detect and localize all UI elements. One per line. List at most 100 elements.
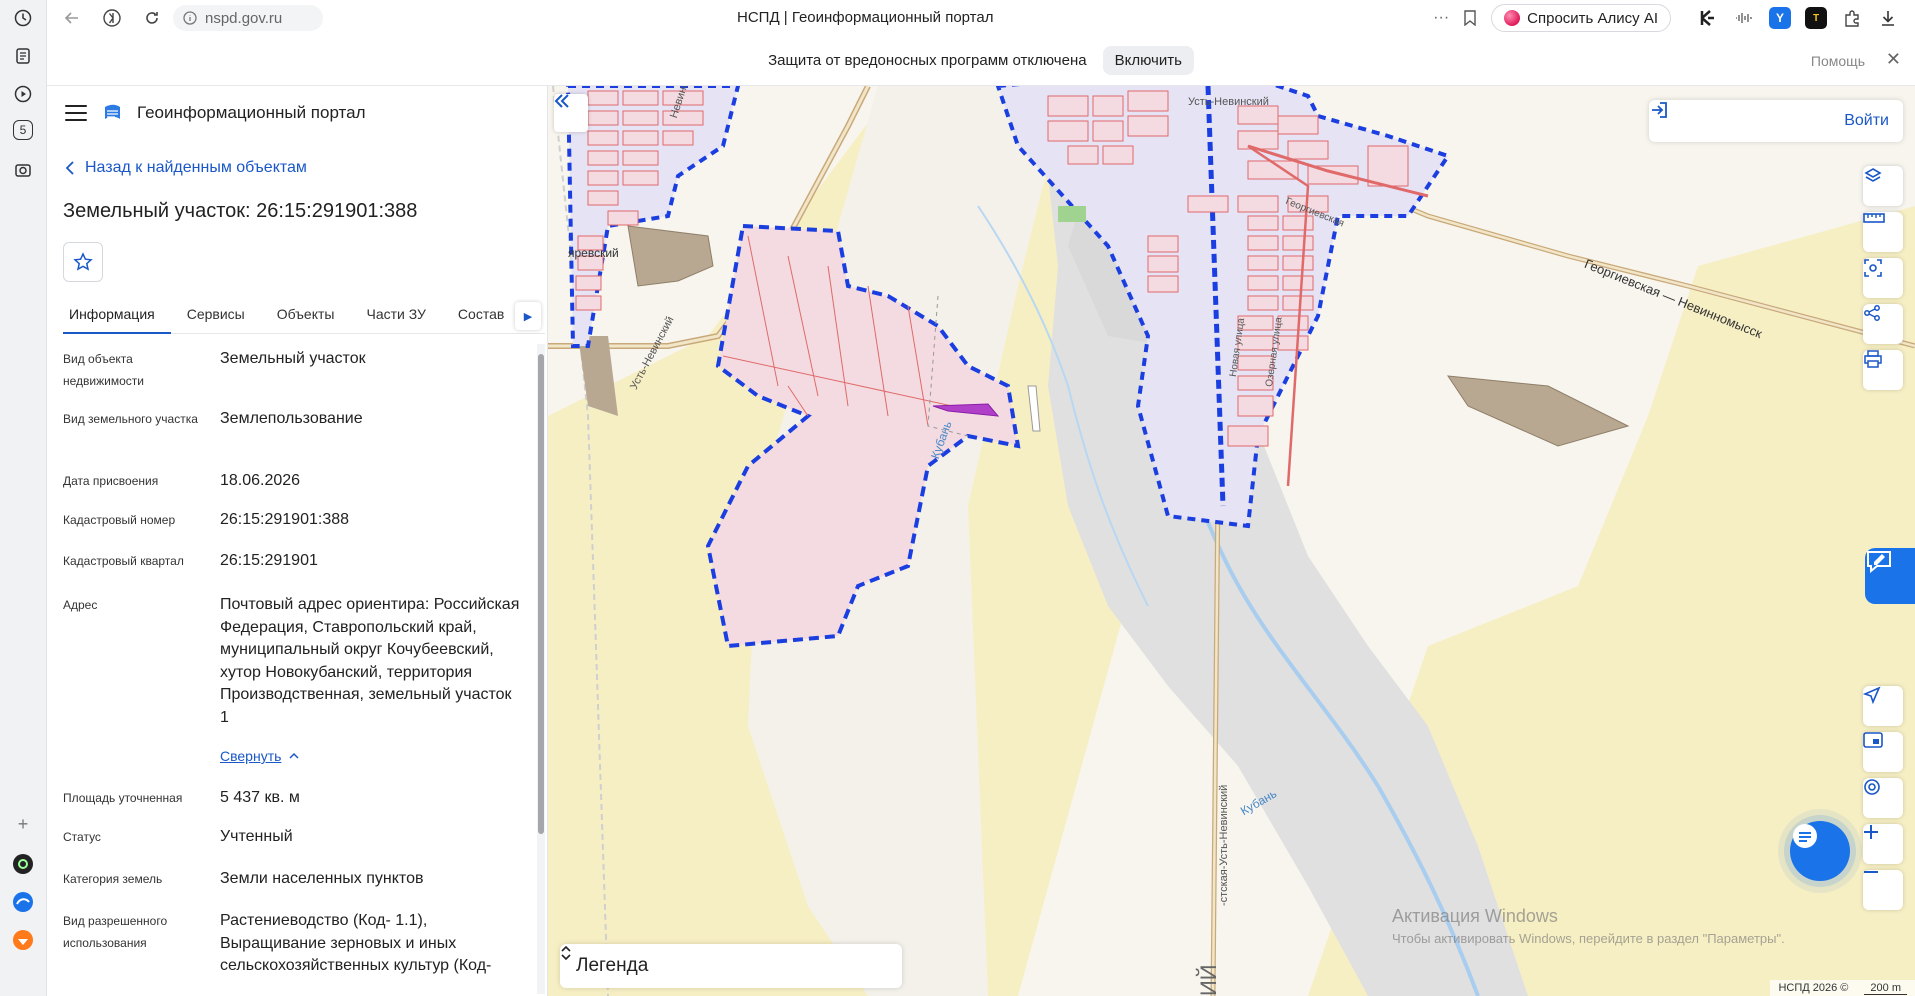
chat-assistant-button[interactable]	[1790, 821, 1850, 881]
ask-alice-button[interactable]: Спросить Алису AI	[1491, 4, 1671, 32]
video-icon[interactable]	[11, 82, 35, 106]
favorite-button[interactable]	[63, 242, 103, 282]
extension-k-icon[interactable]	[1697, 7, 1719, 29]
bookmark-icon[interactable]	[1463, 10, 1477, 26]
chevron-left-icon	[65, 161, 74, 175]
info-value: 18.06.2026	[220, 472, 301, 489]
info-key: Дата присвоения	[63, 474, 159, 488]
print-button[interactable]	[1863, 350, 1903, 390]
info-key: Площадь уточненная	[63, 791, 183, 805]
tab-parcel-parts[interactable]: Части ЗУ	[350, 298, 441, 334]
share-button[interactable]	[1863, 304, 1903, 344]
info-value: Землепользование	[220, 410, 363, 427]
ruler-button[interactable]	[1863, 212, 1903, 252]
map-view[interactable]: Усть-Невинский Невинномысская яревский У…	[548, 86, 1915, 996]
back-arrow-icon[interactable]	[57, 3, 87, 33]
feedback-side-button[interactable]	[1865, 548, 1915, 604]
site-info-icon[interactable]	[183, 11, 197, 25]
menu-icon[interactable]	[65, 105, 87, 121]
login-button[interactable]: Войти	[1649, 100, 1903, 142]
extension-tm-icon[interactable]: T	[1805, 7, 1827, 29]
chat-icon	[1793, 824, 1817, 848]
screenshot-icon[interactable]	[11, 158, 35, 182]
collapse-panel-button[interactable]	[554, 94, 588, 132]
map-label-big: ИЙ	[1196, 964, 1221, 996]
reload-icon[interactable]	[137, 3, 167, 33]
portal-logo-icon	[105, 104, 120, 119]
location-search-button[interactable]	[1863, 778, 1903, 818]
tab-composition[interactable]: Состав	[442, 298, 520, 334]
info-key: Вид разрешенного использования	[63, 914, 168, 950]
star-icon	[73, 252, 93, 271]
back-to-results-link[interactable]: Назад к найденным объектам	[65, 159, 307, 177]
feedback-icon	[1867, 551, 1891, 574]
info-tabs: Информация Сервисы Объекты Части ЗУ Сост…	[63, 298, 545, 334]
info-value: 26:15:291901	[220, 552, 318, 569]
enable-protection-button[interactable]: Включить	[1102, 46, 1194, 75]
add-icon[interactable]: +	[11, 812, 35, 836]
info-value: 5 437 кв. м	[220, 789, 300, 806]
help-link[interactable]: Помощь	[1811, 53, 1865, 69]
share-icon	[1864, 305, 1880, 321]
info-value: 26:15:291901:388	[220, 511, 350, 528]
legend-toggle[interactable]: Легенда	[560, 944, 902, 988]
map-canvas[interactable]	[548, 86, 1915, 996]
yandex-logo-icon[interactable]	[97, 3, 127, 33]
extensions-puzzle-icon[interactable]	[1841, 7, 1863, 29]
zoom-in-button[interactable]	[1863, 824, 1903, 864]
collections-icon[interactable]	[11, 44, 35, 68]
geolocation-button[interactable]	[1863, 686, 1903, 726]
info-value: Почтовый адрес ориентира: Российская Фед…	[220, 596, 520, 726]
panel-scrollbar[interactable]	[537, 344, 545, 994]
area-select-button[interactable]	[1863, 258, 1903, 298]
ask-alice-label: Спросить Алису AI	[1527, 9, 1658, 27]
info-key: Категория земель	[63, 872, 163, 886]
back-label: Назад к найденным объектам	[85, 159, 307, 176]
map-attribution: НСПД 2026 © 200 m	[1770, 980, 1915, 996]
map-label-road-vertical: -стская-Усть-Невинский	[1218, 784, 1230, 906]
scroll-thumb[interactable]	[538, 354, 544, 834]
app-icon-1[interactable]	[11, 852, 35, 876]
minimap-button[interactable]	[1863, 732, 1903, 772]
chevron-up-icon	[289, 752, 299, 759]
legend-label: Легенда	[576, 955, 649, 976]
history-icon[interactable]	[11, 6, 35, 30]
warning-text: Защита от вредоносных программ отключена	[768, 52, 1087, 69]
plus-icon	[1864, 825, 1878, 839]
windows-activation-text: Чтобы активировать Windows, перейдите в …	[1392, 931, 1785, 946]
double-chevron-left-icon	[554, 94, 569, 108]
map-label-yarevsky: яревский	[568, 246, 619, 260]
tab-information[interactable]: Информация	[63, 298, 171, 334]
tabs-scroll-right-button[interactable]: ▶	[515, 302, 541, 330]
app-icon-2[interactable]	[11, 890, 35, 914]
layers-icon	[1864, 168, 1882, 182]
info-value: Учтенный	[220, 828, 293, 845]
windows-activation-watermark: Активация Windows Чтобы активировать Win…	[1392, 906, 1785, 946]
minimap-icon	[1863, 732, 1883, 748]
info-value: Земли населенных пунктов	[220, 870, 424, 887]
browser-toolbar: nspd.gov.ru НСПД | Геоинформационный пор…	[47, 0, 1915, 36]
navigation-arrow-icon	[1863, 686, 1881, 704]
info-value: Растениеводство (Код- 1.1), Выращивание …	[220, 912, 492, 974]
collapse-address-link[interactable]: Свернуть	[220, 748, 299, 764]
page-tab-title: НСПД | Геоинформационный портал	[737, 9, 994, 26]
tab-count-badge[interactable]: 5	[13, 120, 33, 140]
layers-button[interactable]	[1863, 166, 1903, 206]
more-icon[interactable]: ···	[1433, 9, 1449, 27]
address-bar[interactable]: nspd.gov.ru	[173, 5, 323, 31]
tab-services[interactable]: Сервисы	[171, 298, 261, 334]
voice-wave-icon[interactable]	[1733, 7, 1755, 29]
app-icon-3[interactable]	[11, 928, 35, 952]
close-icon[interactable]: ✕	[1886, 49, 1901, 70]
area-search-icon	[1864, 259, 1882, 277]
tab-objects[interactable]: Объекты	[261, 298, 351, 334]
print-icon	[1864, 350, 1882, 368]
info-key: Вид объекта недвижимости	[63, 352, 144, 388]
login-icon	[1652, 102, 1667, 118]
windows-activation-title: Активация Windows	[1392, 906, 1558, 926]
security-warning-bar: Защита от вредоносных программ отключена…	[47, 36, 1915, 86]
collapse-label: Свернуть	[220, 748, 282, 764]
download-icon[interactable]	[1877, 7, 1899, 29]
extension-y-icon[interactable]: Y	[1769, 7, 1791, 29]
zoom-out-button[interactable]	[1863, 870, 1903, 910]
